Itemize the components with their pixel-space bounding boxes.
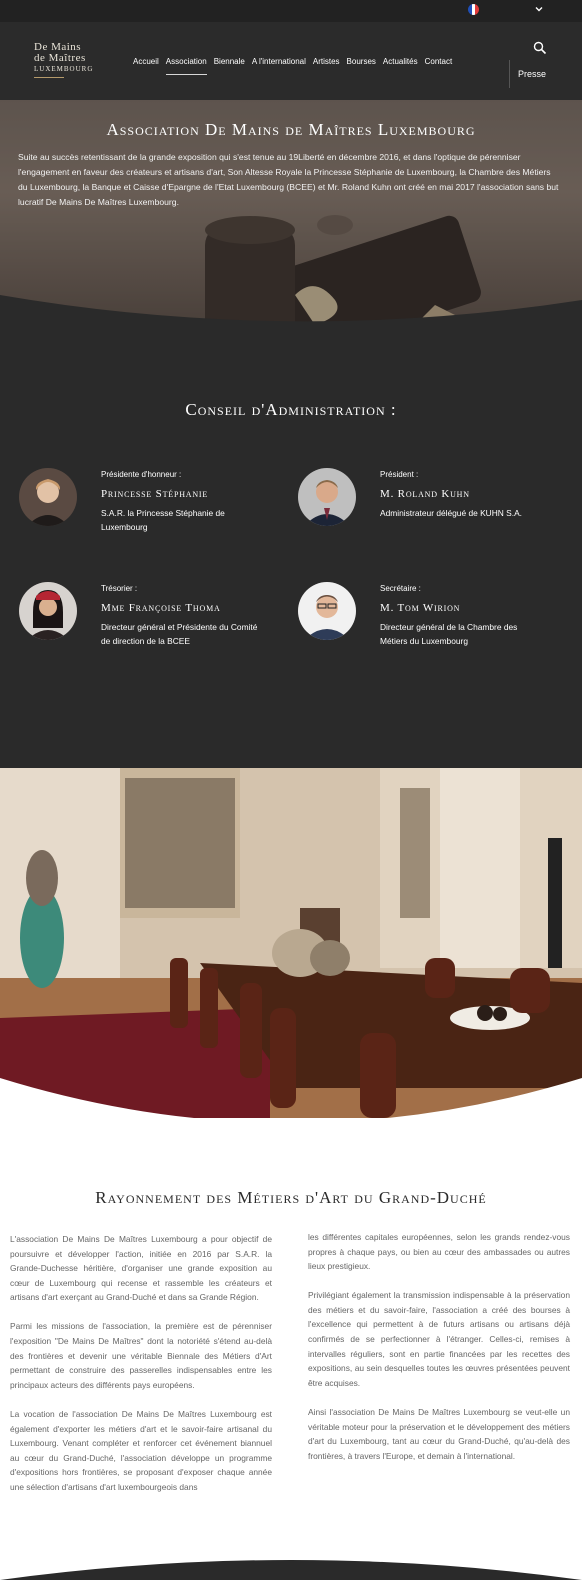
paragraph: les différentes capitales européennes, s… [308,1232,570,1272]
nav-item-contact[interactable]: Contact [425,57,453,66]
french-flag-icon[interactable] [468,4,479,15]
rayonnement-section: Rayonnement des Métiers d'Art du Grand-D… [0,1118,582,1580]
hero-section: Association De Mains de Maîtres Luxembou… [0,100,582,332]
paragraph: L'association De Mains De Maîtres Luxemb… [10,1234,272,1303]
member-role: Président : [380,470,419,479]
nav-item-accueil[interactable]: Accueil [133,57,159,66]
member-card: Trésorier : Mme Françoise Thoma Directeu… [19,582,259,672]
member-description: Directeur général et Présidente du Comit… [101,622,258,646]
presse-divider [509,60,510,88]
footer-curve [0,1560,582,1580]
search-icon[interactable] [533,41,547,55]
member-description: S.A.R. la Princesse Stéphanie de Luxembo… [101,508,225,532]
member-role: Présidente d'honneur : [101,470,182,479]
presse-link[interactable]: Presse [518,69,546,79]
paragraph: Ainsi l'association De Mains De Maîtres … [308,1406,570,1461]
nav-item-biennale[interactable]: Biennale [214,57,245,66]
member-card: Secrétaire : M. Tom Wirion Directeur gén… [298,582,538,672]
avatar [298,582,356,640]
logo-line-3: LUXEMBOURG [34,65,94,73]
avatar [19,468,77,526]
nav-item-bourses[interactable]: Bourses [347,57,376,66]
member-name: M. Tom Wirion [380,602,461,614]
paragraph: Privilégiant également la transmission i… [308,1290,570,1388]
member-role: Secrétaire : [380,584,421,593]
rayonnement-title: Rayonnement des Métiers d'Art du Grand-D… [95,1188,487,1207]
site-logo[interactable]: De Mains de Maîtres LUXEMBOURG [34,42,93,78]
avatar [298,468,356,526]
member-name: Princesse Stéphanie [101,488,209,500]
main-nav: Accueil Association Biennale A l'interna… [133,57,453,75]
nav-item-international[interactable]: A l'international [252,57,306,66]
chevron-down-icon[interactable] [533,3,545,15]
member-role: Trésorier : [101,584,138,593]
rayonnement-right-column: les différentes capitales européennes, s… [308,1230,570,1478]
nav-item-artistes[interactable]: Artistes [313,57,340,66]
member-name: M. Roland Kuhn [380,488,470,500]
paragraph: La vocation de l'association De Mains De… [10,1408,272,1492]
member-card: Président : M. Roland Kuhn Administrateu… [298,468,538,558]
exhibition-room-photo [0,768,582,1118]
nav-item-actualites[interactable]: Actualités [383,57,418,66]
member-name: Mme Françoise Thoma [101,602,221,614]
member-description: Administrateur délégué de KUHN S.A. [380,508,522,518]
exhibition-room-image [0,768,582,1118]
rayonnement-left-column: L'association De Mains De Maîtres Luxemb… [10,1232,272,1509]
board-title: Conseil d'Administration : [185,400,397,419]
member-description: Directeur général de la Chambre des Méti… [380,622,518,646]
hero-intro-text: Suite au succès retentissant de la grand… [18,152,559,207]
page-title: Association De Mains de Maîtres Luxembou… [106,120,476,139]
logo-line-2: de Maîtres [34,52,86,64]
board-section: Conseil d'Administration : Présidente d'… [0,332,582,768]
site-header: De Mains de Maîtres LUXEMBOURG Accueil A… [0,22,582,100]
member-card: Présidente d'honneur : Princesse Stéphan… [19,468,259,558]
paragraph: Parmi les missions de l'association, la … [10,1321,272,1390]
logo-underline [34,77,64,78]
avatar [19,582,77,640]
top-utility-bar [0,0,582,22]
nav-item-association[interactable]: Association [165,57,207,75]
